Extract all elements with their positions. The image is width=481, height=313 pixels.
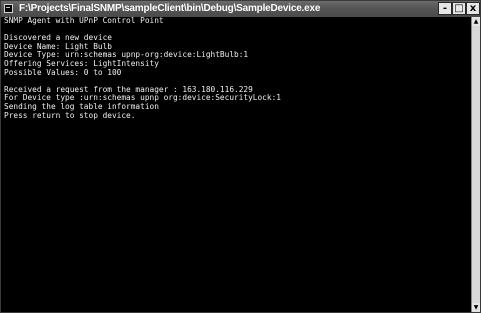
console-app-icon[interactable] <box>4 4 13 13</box>
minimize-button[interactable]: - <box>438 2 452 15</box>
console-line-possible-values: Possible Values: 0 to 100 <box>4 67 122 77</box>
console-line-press-return: Press return to stop device. <box>4 110 136 120</box>
maximize-button[interactable]: □ <box>452 2 466 15</box>
scroll-down-arrow-icon[interactable]: ▼ <box>472 303 480 312</box>
close-button[interactable]: x <box>466 2 480 15</box>
console-line-app-title: SNMP Agent with UPnP Control Point <box>4 17 164 25</box>
console-window: F:\Projects\FinalSNMP\sampleClient\bin\D… <box>0 0 481 313</box>
vertical-scrollbar[interactable]: ▲ ▼ <box>471 17 480 312</box>
title-bar[interactable]: F:\Projects\FinalSNMP\sampleClient\bin\D… <box>1 1 480 17</box>
window-title: F:\Projects\FinalSNMP\sampleClient\bin\D… <box>19 3 321 14</box>
console-output[interactable]: SNMP Agent with UPnP Control Point Disco… <box>1 17 471 312</box>
scroll-up-arrow-icon[interactable]: ▲ <box>472 17 480 26</box>
